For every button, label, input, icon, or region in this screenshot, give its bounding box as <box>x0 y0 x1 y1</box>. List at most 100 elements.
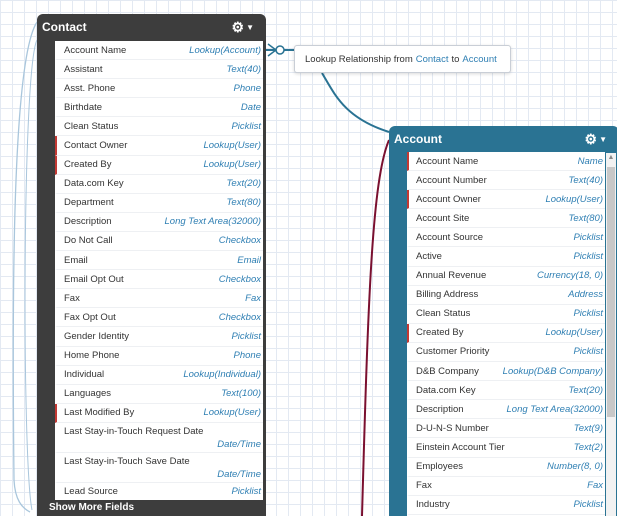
field-row[interactable]: Account Name Name <box>407 152 605 172</box>
field-type: Long Text Area(32000) <box>164 216 261 228</box>
field-row[interactable]: Billing Address Address <box>407 286 605 305</box>
field-type: Picklist <box>231 486 261 498</box>
field-row[interactable]: Fax Opt Out Checkbox <box>55 308 263 328</box>
field-type: Lookup(User) <box>203 140 261 152</box>
field-type: Picklist <box>573 499 603 511</box>
tooltip-to-link[interactable]: Account <box>462 54 496 65</box>
field-name: Annual Revenue <box>416 270 487 282</box>
field-row[interactable]: Clean Status Picklist <box>55 117 263 137</box>
field-type: Text(40) <box>568 174 604 186</box>
field-type: Picklist <box>573 251 603 263</box>
field-row[interactable]: Assistant Text(40) <box>55 60 263 80</box>
field-row[interactable]: Gender Identity Picklist <box>55 327 263 347</box>
field-row[interactable]: Clean Status Picklist <box>407 305 605 324</box>
field-row[interactable]: Account Source Picklist <box>407 228 605 248</box>
field-row[interactable]: Account Name Lookup(Account) <box>55 41 263 61</box>
account-header[interactable]: Account ⚙ ▼ <box>389 126 617 152</box>
field-row[interactable]: Individual Lookup(Individual) <box>55 366 263 385</box>
field-name: Fax <box>64 292 80 304</box>
field-type: Picklist <box>231 120 261 132</box>
field-row[interactable]: Created By Lookup(User) <box>55 155 263 175</box>
field-name: Clean Status <box>416 308 471 320</box>
field-name: Last Modified By <box>64 407 135 419</box>
field-type: Lookup(D&B Company) <box>502 365 603 377</box>
field-row[interactable]: Employees Number(8, 0) <box>407 458 605 477</box>
field-row[interactable]: Einstein Account Tier Text(2) <box>407 438 605 458</box>
field-type: Text(20) <box>226 178 262 190</box>
scroll-thumb[interactable] <box>607 167 615 417</box>
field-row[interactable]: Customer Priority Picklist <box>407 343 605 363</box>
field-row[interactable]: Email Email <box>55 251 263 271</box>
field-name: Account Site <box>416 212 470 224</box>
scroll-up-arrow-icon[interactable]: ▲ <box>606 153 616 163</box>
field-row[interactable]: Last Stay-in-Touch Save Date Date/Time <box>55 453 263 483</box>
field-row[interactable]: Email Opt Out Checkbox <box>55 270 263 290</box>
field-row[interactable]: Data.com Key Text(20) <box>407 381 605 401</box>
field-name: Last Stay-in-Touch Save Date <box>64 455 190 467</box>
field-name: Account Source <box>416 231 484 243</box>
field-row[interactable]: Birthdate Date <box>55 98 263 118</box>
field-row[interactable]: Annual Revenue Currency(18, 0) <box>407 267 605 286</box>
field-row[interactable]: Active Picklist <box>407 247 605 267</box>
field-row[interactable]: Do Not Call Checkbox <box>55 232 263 252</box>
field-name: Description <box>64 216 112 228</box>
contact-reports-to-line <box>24 39 38 511</box>
field-row[interactable]: Data.com Key Text(20) <box>55 175 263 194</box>
field-row[interactable]: Contact Owner Lookup(User) <box>55 136 263 156</box>
account-settings-menu[interactable]: ⚙ ▼ <box>585 131 607 148</box>
field-row[interactable]: Last Modified By Lookup(User) <box>55 403 263 423</box>
field-row[interactable]: Department Text(80) <box>55 194 263 213</box>
field-type: Date <box>240 101 261 113</box>
field-row[interactable]: Fax Fax <box>55 289 263 309</box>
field-type: Picklist <box>573 308 603 320</box>
field-name: Individual <box>64 369 105 381</box>
field-name: Account Number <box>416 174 487 186</box>
field-row[interactable]: Asst. Phone Phone <box>55 79 263 99</box>
field-row[interactable]: Industry Picklist <box>407 496 605 515</box>
contact-object-card[interactable]: Contact ⚙ ▼ Account Name Lookup(Account) As… <box>37 14 266 516</box>
field-type: Date/Time <box>217 438 261 450</box>
field-type: Currency(18, 0) <box>537 270 603 282</box>
field-type: Lookup(User) <box>545 327 603 339</box>
account-scrollbar[interactable]: ▲ <box>606 153 616 516</box>
show-more-fields-link[interactable]: Show More Fields <box>49 500 134 516</box>
contact-settings-menu[interactable]: ⚙ ▼ <box>232 19 254 36</box>
field-row[interactable]: Account Owner Lookup(User) <box>407 190 605 210</box>
field-row[interactable]: Lead Source Picklist <box>55 483 263 500</box>
relationship-tooltip: Lookup Relationship from Contact to Acco… <box>294 45 511 73</box>
field-type: Text(2) <box>573 441 603 453</box>
field-type: Number(8, 0) <box>547 461 603 473</box>
contact-header[interactable]: Contact ⚙ ▼ <box>37 14 266 40</box>
field-type: Text(20) <box>568 384 604 396</box>
field-name: Contact Owner <box>64 140 128 152</box>
field-name: Fax <box>416 480 432 492</box>
field-row[interactable]: Home Phone Phone <box>55 347 263 366</box>
field-type: Lookup(Individual) <box>183 369 261 381</box>
field-row[interactable]: Description Long Text Area(32000) <box>407 400 605 420</box>
field-name: Data.com Key <box>64 178 124 190</box>
field-type: Email <box>237 254 261 266</box>
field-name: Department <box>64 197 114 209</box>
field-type: Text(40) <box>226 63 262 75</box>
field-name: Account Owner <box>416 193 481 205</box>
field-row[interactable]: Account Number Text(40) <box>407 171 605 191</box>
field-type: Long Text Area(32000) <box>506 403 603 415</box>
field-type: Checkbox <box>218 273 261 285</box>
field-row[interactable]: Created By Lookup(User) <box>407 323 605 343</box>
field-row[interactable]: Account Site Text(80) <box>407 209 605 229</box>
field-row[interactable]: Languages Text(100) <box>55 385 263 404</box>
field-row[interactable]: Fax Fax <box>407 477 605 496</box>
field-type: Text(9) <box>573 422 603 434</box>
tooltip-from-link[interactable]: Contact <box>416 54 449 65</box>
field-type: Lookup(User) <box>545 193 603 205</box>
field-type: Address <box>568 289 603 301</box>
field-row[interactable]: D-U-N-S Number Text(9) <box>407 419 605 439</box>
account-object-card[interactable]: Account ⚙ ▼ Account Name Name Account Numbe… <box>389 126 617 516</box>
lookup-line-to-account[interactable] <box>321 72 390 133</box>
field-row[interactable]: D&B Company Lookup(D&B Company) <box>407 362 605 382</box>
field-type: Picklist <box>573 346 603 358</box>
field-type: Lookup(User) <box>203 407 261 419</box>
field-row[interactable]: Last Stay-in-Touch Request Date Date/Time <box>55 423 263 453</box>
field-row[interactable]: Description Long Text Area(32000) <box>55 213 263 232</box>
account-title: Account <box>394 132 442 146</box>
